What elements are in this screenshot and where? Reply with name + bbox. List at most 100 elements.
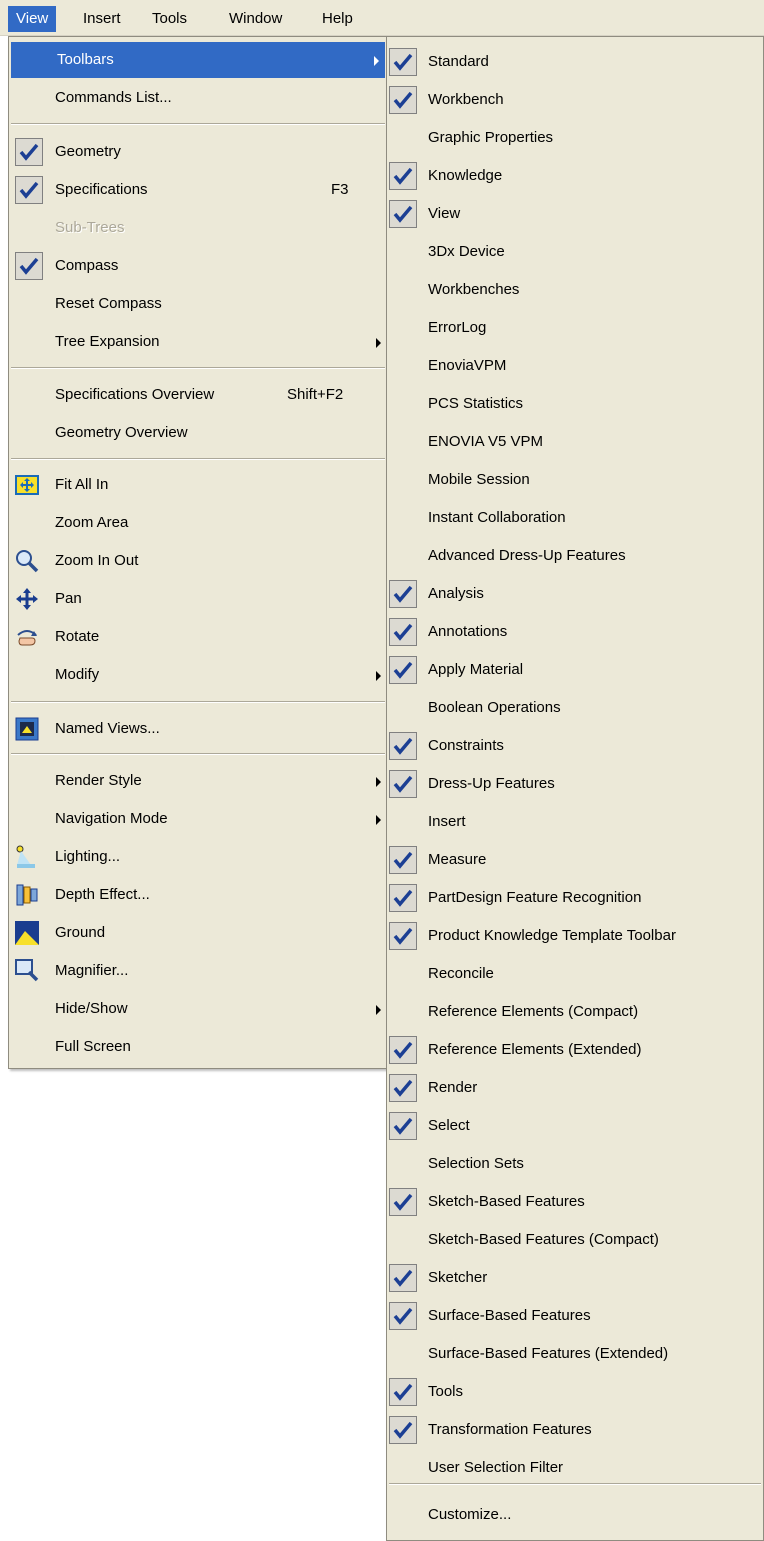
menu-item-label: Transformation Features: [428, 1421, 592, 1438]
menu-help[interactable]: Help: [314, 6, 361, 32]
menu-item-label: Lighting...: [55, 848, 121, 865]
menu-item-label: Measure: [428, 851, 487, 868]
menu-item-zoom-area[interactable]: Zoom Area: [9, 505, 387, 541]
menu-item-render-style[interactable]: Render Style: [9, 763, 387, 799]
toolbar-toggle-item[interactable]: Reference Elements (Compact): [387, 994, 763, 1030]
check-icon: [15, 138, 43, 166]
menu-item-lighting[interactable]: Lighting...: [9, 839, 387, 875]
menu-item-label: Surface-Based Features (Extended): [428, 1345, 669, 1362]
toolbar-toggle-item[interactable]: Surface-Based Features: [387, 1298, 763, 1334]
check-icon: [389, 656, 417, 684]
menu-item-magnifier[interactable]: Magnifier...: [9, 953, 387, 989]
toolbar-toggle-item[interactable]: ErrorLog: [387, 310, 763, 346]
lamp-icon: [16, 845, 35, 868]
menu-item-label: Sketcher: [428, 1269, 488, 1286]
toolbar-toggle-item[interactable]: Tools: [387, 1374, 763, 1410]
toolbar-toggle-item[interactable]: Sketch-Based Features: [387, 1184, 763, 1220]
toolbar-toggle-item[interactable]: Reference Elements (Extended): [387, 1032, 763, 1068]
shortcut-label: Shift+F2: [287, 386, 344, 403]
toolbar-toggle-item[interactable]: Instant Collaboration: [387, 500, 763, 536]
depth-effect-icon: [16, 884, 38, 906]
toolbar-toggle-item[interactable]: Workbenches: [387, 272, 763, 308]
menu-item-label: Analysis: [428, 585, 484, 602]
toolbar-toggle-item[interactable]: Select: [387, 1108, 763, 1144]
toolbar-toggle-item[interactable]: Constraints: [387, 728, 763, 764]
toolbar-toggle-item[interactable]: Standard: [387, 44, 763, 80]
toolbar-toggle-item[interactable]: PartDesign Feature Recognition: [387, 880, 763, 916]
toolbar-toggle-item[interactable]: Reconcile: [387, 956, 763, 992]
toolbar-toggle-item[interactable]: Mobile Session: [387, 462, 763, 498]
toolbar-toggle-item[interactable]: Transformation Features: [387, 1412, 763, 1448]
toolbar-toggle-item[interactable]: EnoviaVPM: [387, 348, 763, 384]
toolbar-toggle-item[interactable]: Apply Material: [387, 652, 763, 688]
menu-item-label: Hide/Show: [55, 1000, 128, 1017]
toolbar-toggle-item[interactable]: Sketch-Based Features (Compact): [387, 1222, 763, 1258]
toolbar-toggle-item[interactable]: Dress-Up Features: [387, 766, 763, 802]
menu-item-label: Navigation Mode: [55, 810, 168, 827]
menu-item-specifications-overview[interactable]: Specifications Overview Shift+F2: [9, 377, 387, 413]
check-icon: [389, 770, 417, 798]
toolbar-toggle-item[interactable]: Sketcher: [387, 1260, 763, 1296]
toolbar-toggle-item[interactable]: PCS Statistics: [387, 386, 763, 422]
menu-item-tree-expansion[interactable]: Tree Expansion: [9, 324, 387, 360]
menu-item-label: Apply Material: [428, 661, 524, 678]
toolbar-toggle-item[interactable]: Measure: [387, 842, 763, 878]
view-dropdown-menu: Toolbars Commands List... Geometry Speci…: [8, 36, 388, 1069]
menu-item-customize[interactable]: Customize...: [387, 1497, 763, 1533]
menu-item-label: Full Screen: [55, 1038, 131, 1055]
toolbar-toggle-item[interactable]: Surface-Based Features (Extended): [387, 1336, 763, 1372]
toolbar-toggle-item[interactable]: View: [387, 196, 763, 232]
toolbar-toggle-item[interactable]: 3Dx Device: [387, 234, 763, 270]
menu-item-label: PartDesign Feature Recognition: [428, 889, 642, 906]
toolbar-toggle-item[interactable]: Analysis: [387, 576, 763, 612]
toolbar-toggle-item[interactable]: Advanced Dress-Up Features: [387, 538, 763, 574]
toolbar-toggle-item[interactable]: Render: [387, 1070, 763, 1106]
menu-item-specifications[interactable]: Specifications F3: [9, 172, 387, 208]
submenu-arrow-icon: [376, 671, 381, 681]
toolbar-toggle-item[interactable]: Insert: [387, 804, 763, 840]
menu-insert[interactable]: Insert: [75, 6, 129, 32]
menu-separator: [11, 753, 385, 755]
menu-item-modify[interactable]: Modify: [9, 657, 387, 693]
toolbar-toggle-item[interactable]: Selection Sets: [387, 1146, 763, 1182]
menu-item-fit-all-in[interactable]: Fit All In: [9, 467, 387, 503]
menu-item-geometry-overview[interactable]: Geometry Overview: [9, 415, 387, 451]
menu-item-label: Graphic Properties: [428, 129, 554, 146]
toolbar-toggle-item[interactable]: User Selection Filter: [387, 1450, 763, 1486]
menu-item-rotate[interactable]: Rotate: [9, 619, 387, 655]
menu-item-geometry[interactable]: Geometry: [9, 134, 387, 170]
menu-item-named-views[interactable]: Named Views...: [9, 711, 387, 747]
toolbar-toggle-item[interactable]: Boolean Operations: [387, 690, 763, 726]
toolbar-toggle-item[interactable]: Graphic Properties: [387, 120, 763, 156]
menu-item-navigation-mode[interactable]: Navigation Mode: [9, 801, 387, 837]
menu-item-label: ErrorLog: [428, 319, 487, 336]
pan-arrows-icon: [16, 588, 38, 610]
menu-item-full-screen[interactable]: Full Screen: [9, 1029, 387, 1065]
menu-item-commands-list[interactable]: Commands List...: [9, 80, 387, 116]
check-icon: [389, 732, 417, 760]
toolbar-toggle-item[interactable]: Knowledge: [387, 158, 763, 194]
menu-item-zoom-in-out[interactable]: Zoom In Out: [9, 543, 387, 579]
toolbar-toggle-item[interactable]: Product Knowledge Template Toolbar: [387, 918, 763, 954]
menu-view[interactable]: View: [8, 6, 57, 32]
menu-item-toolbars[interactable]: Toolbars: [11, 42, 385, 78]
menu-item-label: Reconcile: [428, 965, 494, 982]
menu-tools[interactable]: Tools: [144, 6, 195, 32]
toolbar-toggle-item[interactable]: ENOVIA V5 VPM: [387, 424, 763, 460]
menu-item-label: Workbenches: [428, 281, 520, 298]
named-views-icon: [15, 717, 39, 741]
toolbar-toggle-item[interactable]: Annotations: [387, 614, 763, 650]
menu-item-hide-show[interactable]: Hide/Show: [9, 991, 387, 1027]
menu-item-compass[interactable]: Compass: [9, 248, 387, 284]
menu-item-reset-compass[interactable]: Reset Compass: [9, 286, 387, 322]
fit-all-in-icon: [15, 475, 39, 495]
menu-item-label: Standard: [428, 53, 489, 70]
toolbar-toggle-item[interactable]: Workbench: [387, 82, 763, 118]
menu-item-ground[interactable]: Ground: [9, 915, 387, 951]
menu-item-label: EnoviaVPM: [428, 357, 507, 374]
menu-item-depth-effect[interactable]: Depth Effect...: [9, 877, 387, 913]
menu-window[interactable]: Window: [221, 6, 290, 32]
menu-item-pan[interactable]: Pan: [9, 581, 387, 617]
check-icon: [389, 200, 417, 228]
menu-item-label: Select: [428, 1117, 470, 1134]
